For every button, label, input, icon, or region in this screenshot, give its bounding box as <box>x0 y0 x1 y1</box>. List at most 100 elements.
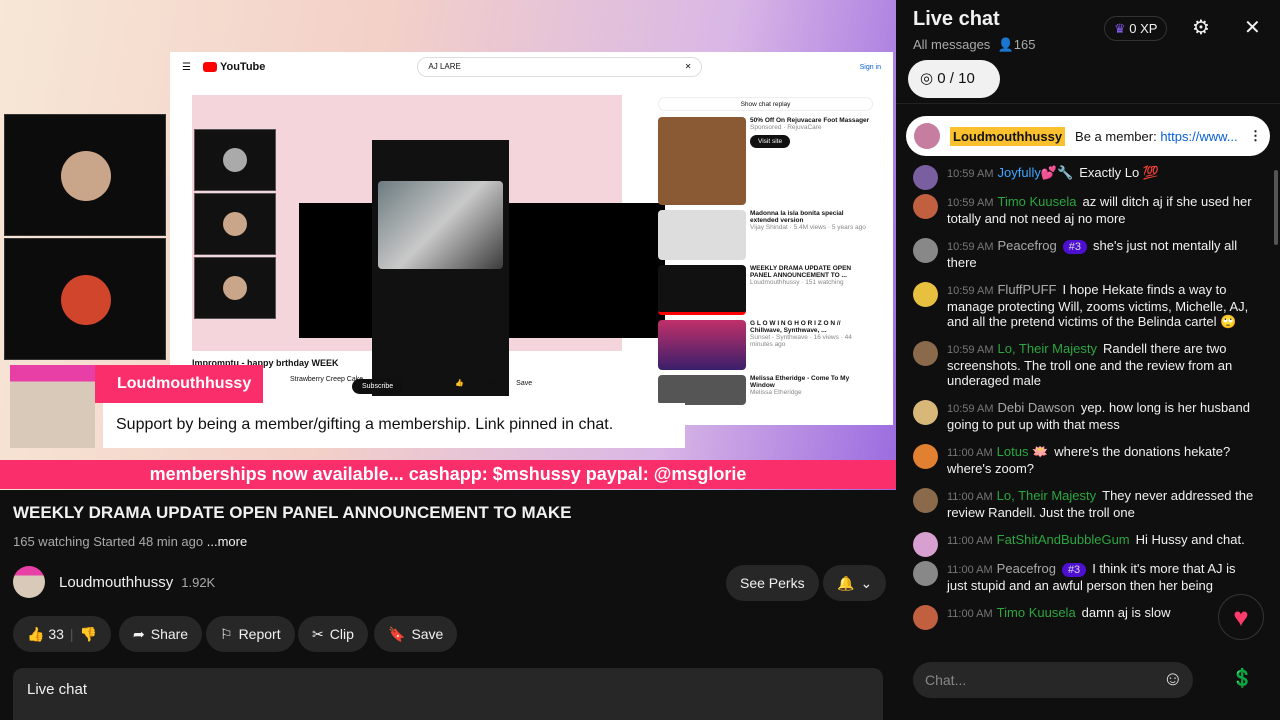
share-button[interactable]: ➦ Share <box>119 616 203 652</box>
show-chat-replay: Show chat replay <box>658 97 873 111</box>
see-perks-button[interactable]: See Perks <box>726 565 819 601</box>
author-name[interactable]: FluffPUFF <box>997 282 1056 297</box>
author-name[interactable]: Timo Kuusela <box>997 194 1076 209</box>
more-link[interactable]: ...more <box>207 534 247 549</box>
timestamp: 11:00 AM <box>947 564 993 576</box>
inner-search: AJ LARE ✕ <box>417 57 703 77</box>
scrollbar[interactable] <box>1274 170 1278 245</box>
chat-message: 10:59 AM Lo, Their Majesty Randell there a… <box>913 341 1258 388</box>
save-button[interactable]: 🔖 Save <box>374 616 458 652</box>
report-label: Report <box>238 626 281 642</box>
chat-filter[interactable]: All messages <box>913 37 990 52</box>
ticker-banner: memberships now available... cashapp: $m… <box>0 460 896 489</box>
notifications-button[interactable]: 🔔 ⌄ <box>823 565 887 601</box>
inner-cam <box>194 193 276 255</box>
avatar <box>913 238 938 263</box>
close-icon[interactable]: ✕ <box>1244 15 1261 40</box>
inner-video <box>192 95 665 396</box>
channel-avatar[interactable] <box>13 566 45 598</box>
inner-share: Share <box>485 379 505 387</box>
like-dislike-group: 👍 33 | 👎 <box>13 616 111 652</box>
live-chat-collapsed[interactable]: Live chat <box>13 668 883 720</box>
logo-text: YouTube <box>219 61 266 73</box>
author-name[interactable]: Debi Dawson <box>997 400 1074 415</box>
avatar <box>913 532 938 557</box>
author-name[interactable]: Lo, Their Majesty <box>997 341 1096 356</box>
emoji-icon[interactable]: ☺ <box>1163 668 1183 691</box>
author-name[interactable]: Peacefrog <box>997 561 1056 576</box>
share-label: Share <box>150 626 189 642</box>
timestamp: 10:59 AM <box>947 403 994 415</box>
timestamp: 11:00 AM <box>947 491 993 503</box>
chat-message: 11:00 AM Timo Kuusela damn aj is slow <box>913 605 1258 630</box>
bookmark-icon: 🔖 <box>388 625 406 642</box>
inner-search-value: AJ LARE <box>428 62 461 71</box>
target-icon: ◎ <box>920 70 934 87</box>
shared-screen: ☰ YouTube AJ LARE ✕ Sign in Impromptu - h… <box>170 52 893 425</box>
rec-item: Madonna la isla bonita special extended … <box>658 210 873 260</box>
timestamp: 11:00 AM <box>947 608 993 620</box>
pinned-text: Be a member: <box>1075 128 1161 144</box>
chat-message: 10:59 AM Peacefrog #3 she's just not mental… <box>913 238 1258 270</box>
inner-cam <box>194 257 276 319</box>
video-player[interactable]: ☰ YouTube AJ LARE ✕ Sign in Impromptu - h… <box>0 0 896 490</box>
rec-item: G L O W I N G H O R I Z O N // Chillwave… <box>658 320 873 370</box>
chat-message: 11:00 AM Lotus 🪷 where's the donations hek… <box>913 444 1258 476</box>
chevron-down-icon: ⌄ <box>860 574 873 591</box>
subscriber-count: 1.92K <box>181 574 216 590</box>
see-perks-label: See Perks <box>740 575 805 591</box>
report-button[interactable]: ⚐ Report <box>206 616 295 652</box>
avatar <box>913 605 938 630</box>
scissors-icon: ✂ <box>312 625 324 642</box>
settings-sliders-icon[interactable]: ⚙ <box>1192 15 1210 40</box>
youtube-logo: YouTube <box>202 61 266 73</box>
chat-message: 11:00 AM Lo, Their Majesty They never addr… <box>913 488 1258 520</box>
pinned-author: Loudmouthhussy <box>950 126 1066 146</box>
chat-title: Live chat <box>913 8 1000 30</box>
close-icon: ✕ <box>684 62 692 71</box>
goal-value: 0 / 10 <box>937 70 975 87</box>
dislike-button[interactable]: 👎 <box>80 626 97 643</box>
heart-reaction-button[interactable]: ♥ <box>1218 594 1264 640</box>
author-name[interactable]: Timo Kuusela <box>997 605 1076 620</box>
live-chat-label: Live chat <box>27 681 88 698</box>
message-text: damn aj is slow <box>1081 605 1171 620</box>
save-label: Save <box>411 626 444 642</box>
super-chat-icon[interactable]: 💲 <box>1231 668 1253 689</box>
more-vert-icon[interactable]: ⋮ <box>1249 128 1262 144</box>
timestamp: 11:00 AM <box>947 535 993 547</box>
chat-input[interactable]: Chat... ☺ <box>913 662 1193 698</box>
channel-name[interactable]: Loudmouthhussy <box>59 574 173 591</box>
author-name[interactable]: FatShitAndBubbleGum <box>997 532 1130 547</box>
lower-third-message: Support by being a member/gifting a memb… <box>103 403 685 448</box>
avatar <box>913 165 938 190</box>
like-button[interactable]: 👍 33 <box>27 626 64 643</box>
xp-badge[interactable]: ♛ 0 XP <box>1104 16 1168 41</box>
author-name[interactable]: Peacefrog <box>997 238 1056 253</box>
message-text: Hi Hussy and chat. <box>1135 532 1245 547</box>
xp-value: 0 XP <box>1129 21 1158 36</box>
rec-item: Melissa Etheridge - Come To My Window Mel… <box>658 375 873 405</box>
person-icon: 👤 <box>997 37 1014 52</box>
timestamp: 10:59 AM <box>947 168 994 180</box>
video-title: WEEKLY DRAMA UPDATE OPEN PANEL ANNOUNCEM… <box>13 503 572 522</box>
inner-save: Save <box>516 379 533 387</box>
member-badge: #3 <box>1061 563 1087 577</box>
pinned-link[interactable]: https://www... <box>1160 129 1237 144</box>
avatar <box>913 282 938 307</box>
avatar <box>913 444 938 469</box>
author-name[interactable]: Lo, Their Majesty <box>997 488 1096 503</box>
inner-subscribe: Subscribe <box>352 379 404 394</box>
goal-progress[interactable]: ◎ 0 / 10 <box>908 60 1000 98</box>
author-name[interactable]: Joyfully💕🔧 <box>997 165 1073 180</box>
author-name[interactable]: Lotus 🪷 <box>997 444 1049 459</box>
rec-item: 50% Off On Rejuvacare Foot Massager Spons… <box>658 117 873 205</box>
webcam-tile <box>4 114 166 236</box>
chat-message: 10:59 AM FluffPUFF I hope Hekate finds a w… <box>913 282 1258 329</box>
clip-button[interactable]: ✂ Clip <box>298 616 368 652</box>
rec-item: WEEKLY DRAMA UPDATE OPEN PANEL ANNOUNCEM… <box>658 265 873 315</box>
message-text: Exactly Lo 💯 <box>1079 165 1159 180</box>
chat-message: 10:59 AM Timo Kuusela az will ditch aj if … <box>913 194 1258 226</box>
pinned-message[interactable]: Loudmouthhussy Be a member: https://www.… <box>906 116 1270 156</box>
participant-avatar <box>61 151 111 201</box>
